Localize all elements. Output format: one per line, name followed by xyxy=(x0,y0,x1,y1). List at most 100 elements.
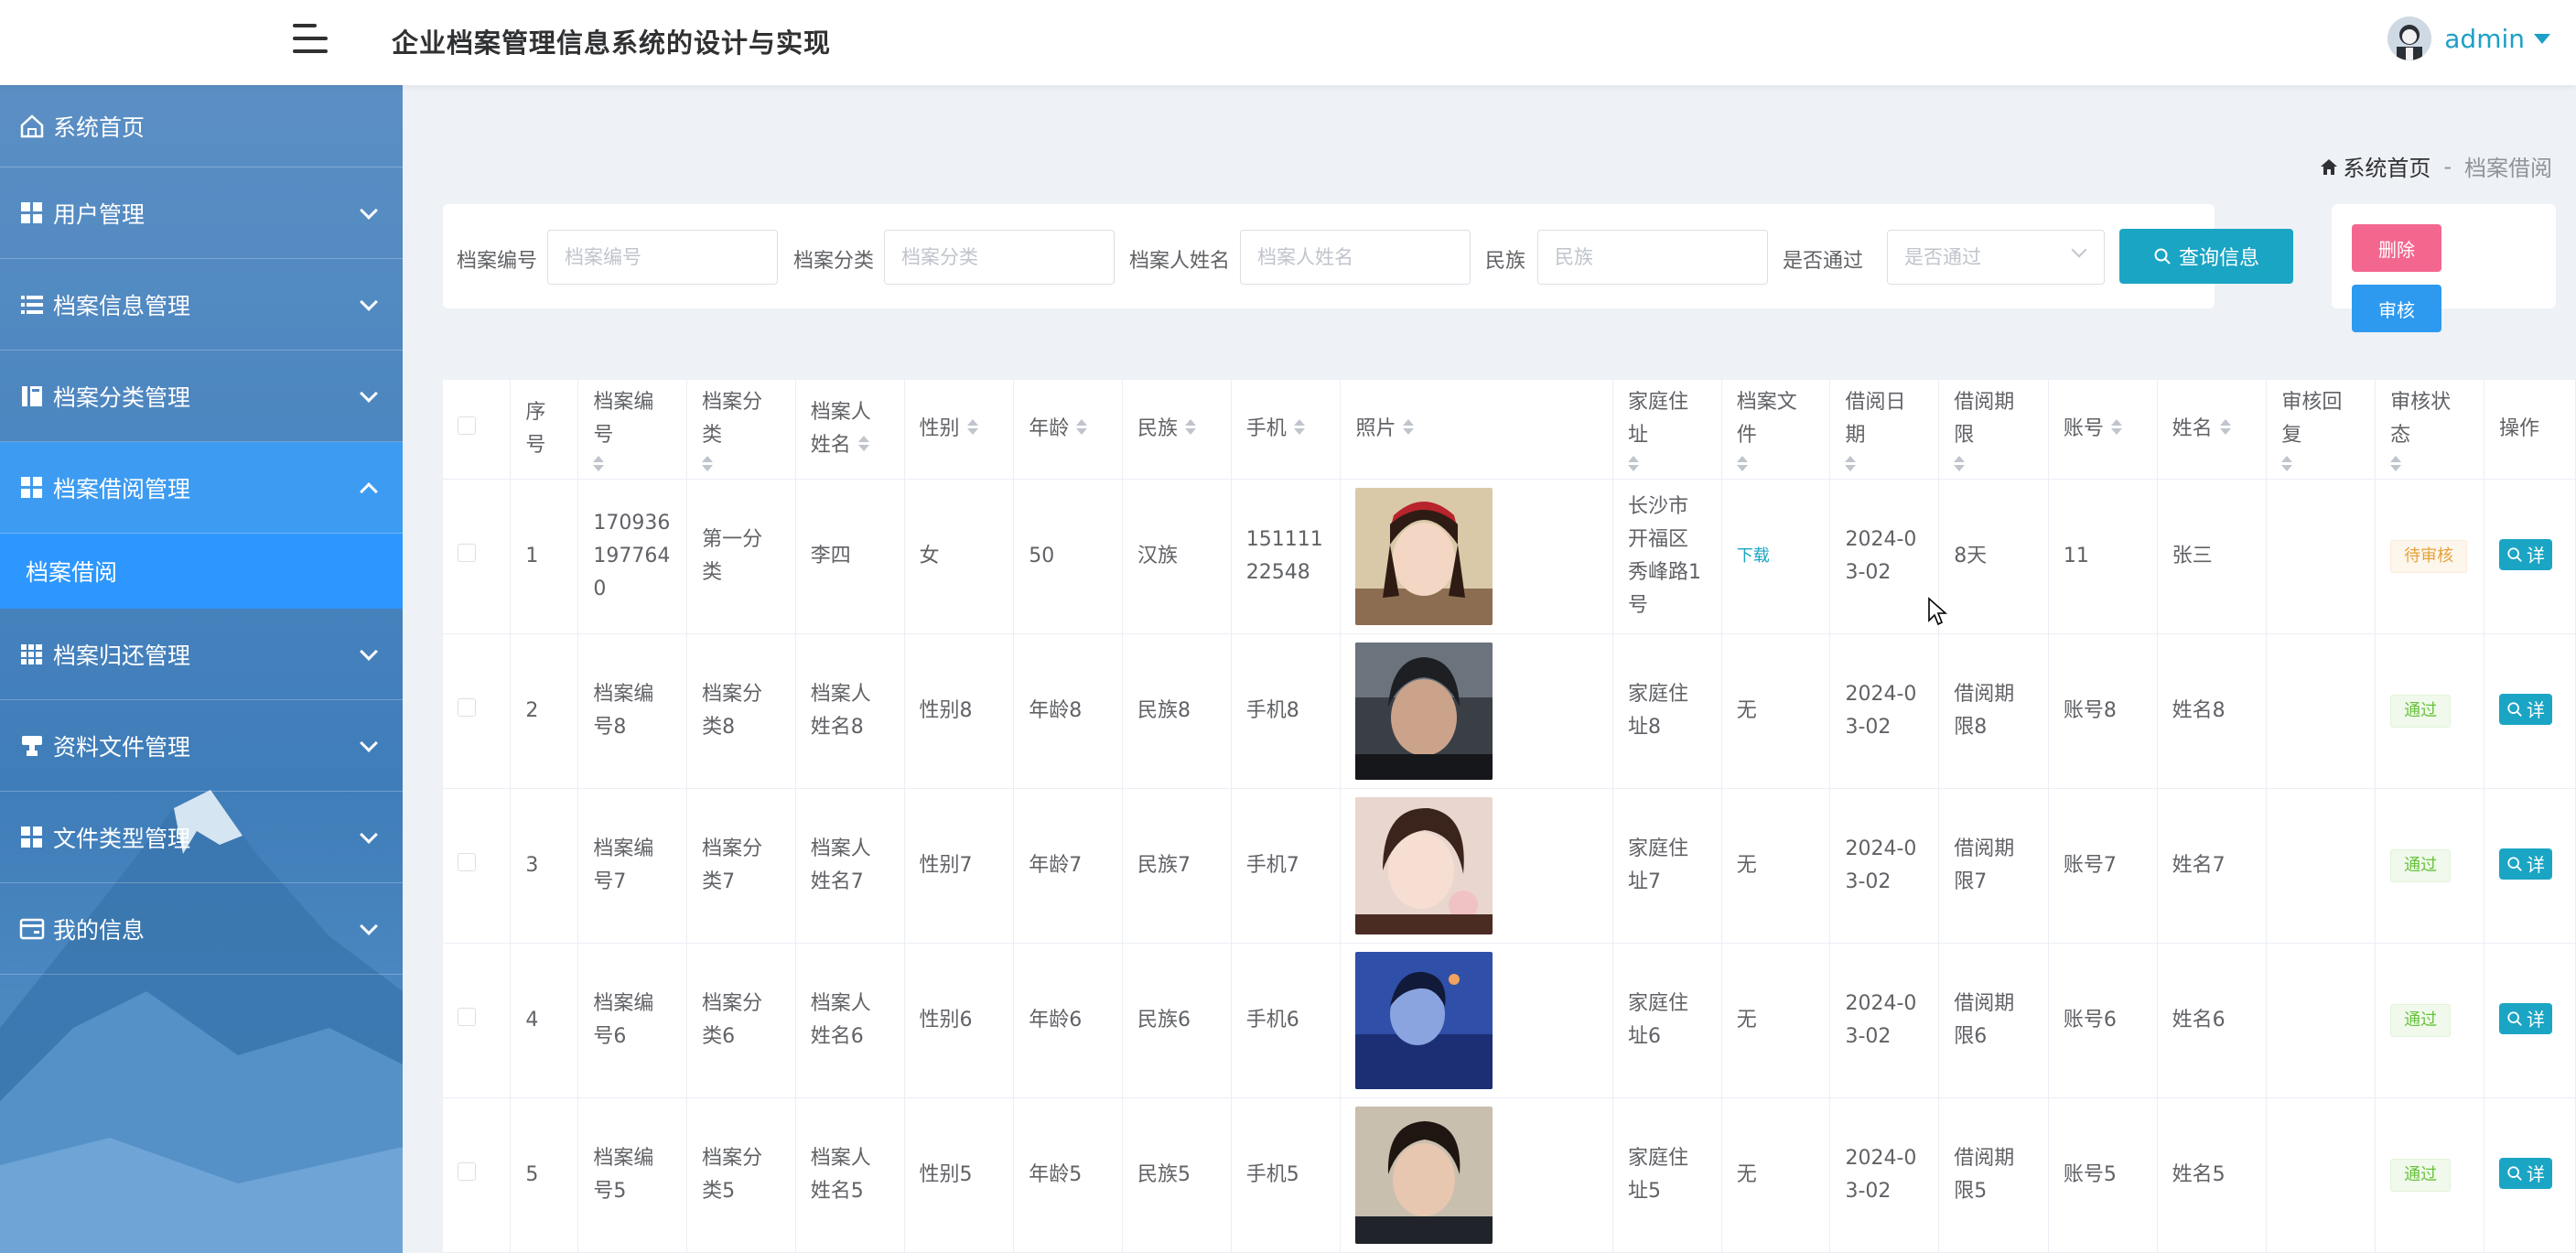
sidebar-item-doc-files[interactable]: 资料文件管理 xyxy=(0,700,403,792)
detail-button[interactable]: 详 xyxy=(2498,1157,2552,1189)
search-input-ethnic[interactable] xyxy=(1537,230,1768,285)
sort-icon[interactable] xyxy=(593,455,605,472)
sort-icon[interactable] xyxy=(1185,418,1197,436)
cell-account: 账号5 xyxy=(2048,1097,2158,1253)
sort-icon[interactable] xyxy=(1845,455,1857,472)
col-header-age[interactable]: 年龄 xyxy=(1013,380,1123,480)
row-checkbox[interactable] xyxy=(458,543,476,562)
sort-icon[interactable] xyxy=(1076,418,1088,436)
query-button[interactable]: 查询信息 xyxy=(2119,229,2293,284)
col-header-status[interactable]: 审核状态 xyxy=(2375,380,2484,480)
sidebar-item-archive-category[interactable]: 档案分类管理 xyxy=(0,351,403,442)
col-header-gender[interactable]: 性别 xyxy=(904,380,1015,480)
sidebar-item-my-info[interactable]: 我的信息 xyxy=(0,883,403,975)
search-input-person[interactable] xyxy=(1240,230,1471,285)
photo-thumbnail[interactable] xyxy=(1355,1106,1598,1244)
user-menu[interactable]: admin xyxy=(2387,16,2550,60)
col-header-category[interactable]: 档案分类 xyxy=(686,380,796,480)
sort-icon[interactable] xyxy=(1954,455,1966,472)
photo-thumbnail[interactable] xyxy=(1355,796,1598,934)
sidebar-item-users[interactable]: 用户管理 xyxy=(0,167,403,259)
detail-button[interactable]: 详 xyxy=(2498,848,2552,880)
col-header-file[interactable]: 档案文件 xyxy=(1721,380,1831,480)
col-header-code[interactable]: 档案编号 xyxy=(577,380,688,480)
col-header-address[interactable]: 家庭住址 xyxy=(1612,380,1722,480)
detail-button[interactable]: 详 xyxy=(2498,538,2552,570)
user-name: admin xyxy=(2444,23,2525,54)
col-header-phone[interactable]: 手机 xyxy=(1231,380,1342,480)
photo-thumbnail[interactable] xyxy=(1355,951,1598,1089)
col-header-account[interactable]: 账号 xyxy=(2048,380,2158,480)
sort-icon[interactable] xyxy=(2281,455,2293,472)
col-header-reply[interactable]: 审核回复 xyxy=(2266,380,2377,480)
cell-file: 下载 xyxy=(1721,479,1831,634)
action-panel: 删除 审核 xyxy=(2332,204,2556,332)
menu-toggle-icon[interactable] xyxy=(293,22,328,55)
query-button-label: 查询信息 xyxy=(2178,247,2259,270)
cell-category: 第一分类 xyxy=(686,479,796,634)
sort-icon[interactable] xyxy=(2390,455,2402,472)
table-row[interactable]: 1 1709361977640 第一分类 李四女 50 汉族 15111122548 长沙市开… xyxy=(443,479,2576,634)
col-header-label: 借阅期限 xyxy=(1954,390,2015,447)
cell-ethnic: 民族6 xyxy=(1122,943,1232,1098)
cell-account: 账号7 xyxy=(2048,788,2158,944)
search-input-category[interactable] xyxy=(884,230,1115,285)
col-header-ethnic[interactable]: 民族 xyxy=(1122,380,1232,480)
col-header-person[interactable]: 档案人姓名 xyxy=(795,380,905,480)
submenu-item-archive-borrow[interactable]: 档案借阅 xyxy=(0,534,403,609)
cell-age: 年龄6 xyxy=(1013,943,1123,1098)
cell-category: 档案分类6 xyxy=(686,943,796,1098)
list-icon xyxy=(21,295,43,314)
sort-icon[interactable] xyxy=(702,455,714,472)
col-header-date[interactable]: 借阅日期 xyxy=(1829,380,1940,480)
search-input-code[interactable] xyxy=(547,230,778,285)
col-header-label: 家庭住址 xyxy=(1627,390,1688,447)
cell-reply xyxy=(2266,788,2377,944)
sort-icon[interactable] xyxy=(1736,455,1748,472)
row-checkbox[interactable] xyxy=(458,697,476,717)
sort-icon[interactable] xyxy=(2110,418,2122,436)
col-header-name[interactable]: 姓名 xyxy=(2157,380,2268,480)
search-select-approved[interactable] xyxy=(1887,230,2105,285)
col-header-period[interactable]: 借阅期限 xyxy=(1938,380,2049,480)
table-row[interactable]: 5 档案编号5 档案分类5 档案人姓名5 性别5 年龄5 民族5 手机5 家庭住址5 无 2024-… xyxy=(443,1097,2576,1253)
breadcrumb-home[interactable]: 系统首页 xyxy=(2343,150,2430,182)
detail-button[interactable]: 详 xyxy=(2498,1002,2552,1034)
cell-phone: 手机5 xyxy=(1231,1097,1342,1253)
delete-button[interactable]: 删除 xyxy=(2352,224,2441,272)
table-row[interactable]: 2 档案编号8 档案分类8 档案人姓名8 性别8 年龄8 民族8 手机8 家庭住址8 无 2024-… xyxy=(443,633,2576,789)
col-header-op: 操作 xyxy=(2484,380,2576,480)
detail-button-label: 详 xyxy=(2526,1163,2545,1185)
sidebar-item-archive-info[interactable]: 档案信息管理 xyxy=(0,259,403,351)
sort-icon[interactable] xyxy=(1627,455,1639,472)
cell-reply xyxy=(2266,1097,2377,1253)
row-checkbox[interactable] xyxy=(458,1161,476,1181)
sidebar-item-archive-return[interactable]: 档案归还管理 xyxy=(0,609,403,700)
sort-icon[interactable] xyxy=(2219,418,2231,436)
sort-icon[interactable] xyxy=(1293,418,1305,436)
sort-icon[interactable] xyxy=(966,418,978,436)
sidebar-item-file-types[interactable]: 文件类型管理 xyxy=(0,792,403,883)
row-checkbox[interactable] xyxy=(458,852,476,871)
cell-gender: 性别7 xyxy=(904,788,1015,944)
col-header-photo[interactable]: 照片 xyxy=(1340,380,1613,480)
row-checkbox[interactable] xyxy=(458,1007,476,1026)
chevron-down-icon xyxy=(360,292,378,311)
sidebar-item-home[interactable]: 系统首页 xyxy=(0,85,403,167)
photo-thumbnail[interactable] xyxy=(1355,487,1598,625)
table-row[interactable]: 4 档案编号6 档案分类6 档案人姓名6 性别6 年龄6 民族6 手机6 家庭住址6 无 2024-… xyxy=(443,943,2576,1098)
detail-button-label: 详 xyxy=(2526,854,2545,876)
cell-code: 档案编号8 xyxy=(577,633,688,789)
select-all-checkbox[interactable] xyxy=(458,416,476,435)
sort-icon[interactable] xyxy=(1403,418,1415,436)
cell-date: 2024-03-02 xyxy=(1829,788,1940,944)
cell-code: 档案编号6 xyxy=(577,943,688,1098)
detail-button-label: 详 xyxy=(2526,1009,2545,1031)
sidebar-item-archive-borrow[interactable]: 档案借阅管理 xyxy=(0,442,403,534)
download-link[interactable]: 下载 xyxy=(1737,546,1770,566)
detail-button[interactable]: 详 xyxy=(2498,693,2552,725)
photo-thumbnail[interactable] xyxy=(1355,642,1598,780)
sort-icon[interactable] xyxy=(857,435,869,452)
audit-button[interactable]: 审核 xyxy=(2352,285,2441,332)
table-row[interactable]: 3 档案编号7 档案分类7 档案人姓名7 性别7 年龄7 民族7 手机7 家庭住址7 无 2024-… xyxy=(443,788,2576,944)
